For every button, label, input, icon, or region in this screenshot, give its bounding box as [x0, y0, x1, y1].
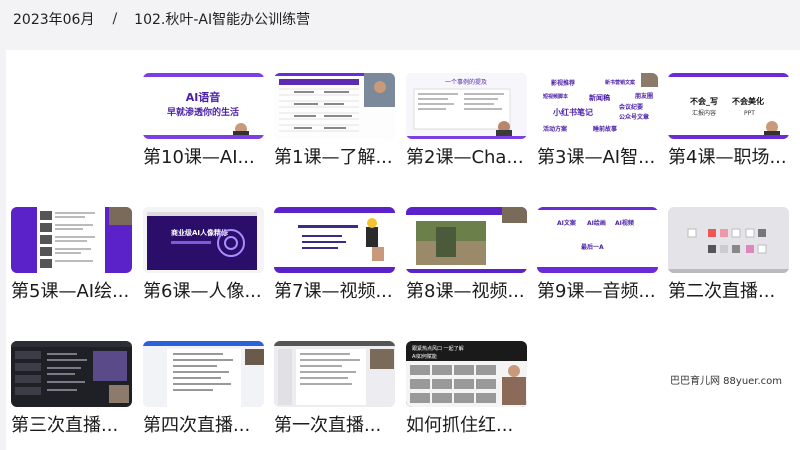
file-title: 第四次直播...: [143, 415, 251, 436]
breadcrumb: 2023年06月 / 102.秋叶-AI智能办公训练营: [13, 9, 310, 29]
thumbnail: [668, 207, 789, 273]
file-item[interactable]: 跟紧热点风口 一起了解 AI如何赋能 如何抓住红...: [406, 341, 527, 436]
thumbnail: 一个事例的提及: [406, 73, 527, 139]
thumbnail: [143, 341, 264, 407]
file-title: 第一次直播...: [274, 415, 382, 436]
thumb-text: AI视频: [615, 219, 634, 227]
file-title: 第三次直播...: [11, 415, 119, 436]
thumb-text: 不会美化: [732, 96, 764, 106]
thumb-text: 朋友圈: [634, 92, 653, 100]
file-title: 第6课—人像...: [143, 281, 262, 302]
file-item[interactable]: AI文案 AI绘画 AI视频 最后一A 第9课—音频...: [537, 207, 658, 302]
file-title: 第10课—AI...: [143, 147, 255, 168]
file-title: 第1课—了解...: [274, 147, 393, 168]
thumb-text: 公众号文章: [619, 113, 649, 121]
thumbnail: 商业级AI人像精修: [143, 207, 264, 273]
thumb-text: 汇报内容: [692, 109, 716, 117]
thumb-text: 最后一A: [581, 243, 604, 251]
thumb-text: 睡前故事: [593, 125, 617, 133]
file-item[interactable]: 商业级AI人像精修 第6课—人像...: [143, 207, 264, 302]
thumb-text: 影视推荐: [551, 79, 575, 87]
file-item[interactable]: 第7课—视频...: [274, 207, 395, 302]
file-item[interactable]: 不会_写 汇报内容 不会美化 PPT 第4课—职场...: [668, 73, 789, 168]
file-title: 如何抓住红...: [406, 415, 514, 436]
file-title: 第二次直播...: [668, 281, 776, 302]
thumb-text: 早就渗透你的生活: [167, 106, 239, 118]
file-item[interactable]: 第三次直播...: [11, 341, 132, 436]
thumb-text: AI绘画: [587, 219, 606, 227]
thumbnail: [274, 341, 395, 407]
file-title: 第8课—视频...: [406, 281, 525, 302]
breadcrumb-separator: /: [112, 11, 118, 27]
thumb-text: 短视频脚本: [543, 93, 569, 100]
thumb-text: 活动方案: [543, 125, 568, 133]
thumb-text: 跟紧热点风口 一起了解: [412, 345, 464, 352]
thumbnail: AI文案 AI绘画 AI视频 最后一A: [537, 207, 658, 273]
breadcrumb-folder: 102.秋叶-AI智能办公训练营: [134, 12, 311, 28]
file-title: 第3课—AI智...: [537, 147, 656, 168]
thumb-text: 不会_写: [690, 96, 718, 106]
thumb-text: 小红书笔记: [552, 107, 593, 117]
file-item[interactable]: 一个事例的提及 第2课—Cha...: [406, 73, 527, 168]
watermark: 巴巴育儿网 88yuer.com: [670, 376, 783, 387]
thumb-text: 新书营销文案: [605, 79, 636, 86]
file-item[interactable]: AI语音 早就渗透你的生活 第10课—AI...: [143, 73, 264, 168]
file-item[interactable]: 第一次直播...: [274, 341, 395, 436]
file-item[interactable]: 第5课—AI绘...: [11, 207, 132, 302]
thumb-text: 会议纪要: [619, 103, 643, 111]
thumbnail: [274, 73, 395, 139]
file-title: 第4课—职场...: [668, 147, 787, 168]
file-item[interactable]: 第8课—视频...: [406, 207, 527, 302]
thumbnail: AI语音 早就渗透你的生活: [143, 73, 264, 139]
thumb-text: 一个事例的提及: [445, 78, 487, 86]
thumbnail: [274, 207, 395, 273]
thumb-text: 新闻稿: [589, 93, 610, 102]
file-title: 第5课—AI绘...: [11, 281, 130, 302]
file-title: 第9课—音频...: [537, 281, 656, 302]
file-title: 第7课—视频...: [274, 281, 393, 302]
file-item[interactable]: 第二次直播...: [668, 207, 789, 302]
thumbnail: [11, 341, 132, 407]
thumb-text: AI如何赋能: [412, 353, 437, 360]
file-title: 第2课—Cha...: [406, 147, 524, 168]
file-item[interactable]: 第1课—了解...: [274, 73, 395, 168]
file-item[interactable]: 影视推荐 新书营销文案 朋友圈 短视频脚本 新闻稿 会议纪要 小红书笔记 公众号…: [537, 73, 658, 168]
thumbnail: [406, 207, 527, 273]
thumbnail: 跟紧热点风口 一起了解 AI如何赋能: [406, 341, 527, 407]
thumbnail: [11, 207, 132, 273]
file-item[interactable]: 第四次直播...: [143, 341, 264, 436]
breadcrumb-date[interactable]: 2023年06月: [13, 9, 94, 29]
thumb-text: PPT: [744, 110, 755, 117]
thumb-text: AI文案: [557, 219, 577, 227]
thumbnail: 不会_写 汇报内容 不会美化 PPT: [668, 73, 789, 139]
thumb-text: AI语音: [186, 90, 221, 104]
thumbnail: 影视推荐 新书营销文案 朋友圈 短视频脚本 新闻稿 会议纪要 小红书笔记 公众号…: [537, 73, 658, 139]
